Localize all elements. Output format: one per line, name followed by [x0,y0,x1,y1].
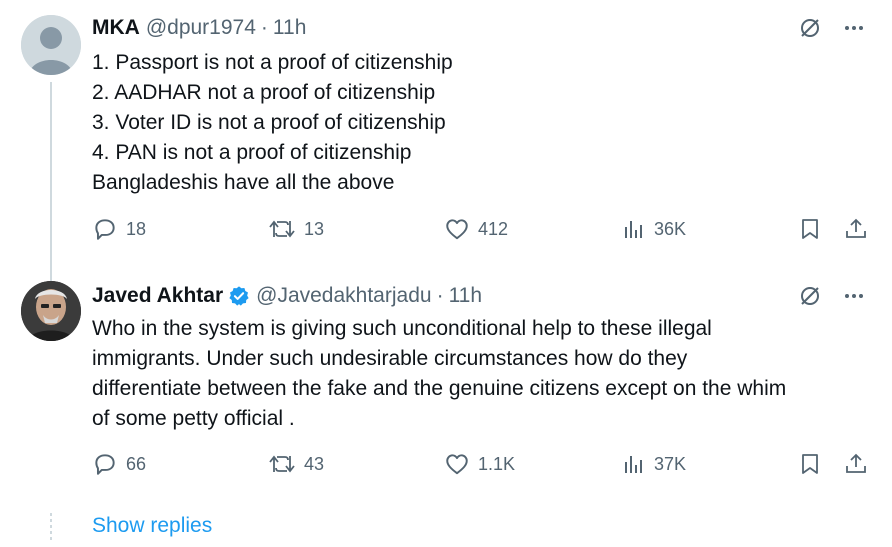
share-icon [846,218,866,238]
separator-dot: · [436,284,444,307]
reply-count: 66 [126,453,147,474]
verified-badge-icon [228,285,250,307]
retweet-icon [269,220,295,238]
tweet-header: MKA @dpur1974 · 11h [92,16,306,40]
tweet-mka[interactable]: MKA @dpur1974 · 11h 1. Passport is not a… [0,0,892,282]
tweet-top-icons [798,284,866,308]
views-icon [625,456,642,473]
retweet-count: 13 [304,218,325,239]
tweet-line: of some petty official . [92,407,295,430]
tweet-header: Javed Akhtar @Javedakhtarjadu · 11h [92,284,482,308]
share-icon [846,453,866,473]
views-button[interactable]: 37K [622,451,686,477]
retweet-count: 43 [304,453,325,474]
like-button[interactable]: 1.1K [444,451,515,477]
tweet-line: 3. Voter ID is not a proof of citizenshi… [92,111,446,134]
tweet-top-icons [798,16,866,40]
default-avatar-icon [21,15,81,75]
bookmark-button[interactable] [798,451,822,477]
author-handle[interactable]: @dpur1974 [146,16,256,40]
timestamp[interactable]: 11h [273,16,306,40]
tweet-text: Who in the system is giving such uncondi… [92,314,872,434]
tweet-line: differentiate between the fake and the g… [92,377,787,400]
tweet-actions: 66 43 1.1K 37K [92,451,868,483]
show-replies-link[interactable]: Show replies [92,514,212,538]
views-count: 36K [654,218,687,239]
bookmark-icon [802,219,818,239]
thread-line [50,82,52,282]
author-name[interactable]: MKA [92,16,140,40]
more-icon[interactable] [842,16,866,40]
separator-dot: · [260,16,268,39]
reply-icon [95,219,115,240]
tweet-text: 1. Passport is not a proof of citizenshi… [92,48,453,198]
like-count: 412 [478,218,509,239]
grok-icon[interactable] [798,284,822,308]
tweet-actions: 18 13 412 36K [92,216,868,248]
timestamp[interactable]: 11h [449,284,482,308]
author-handle[interactable]: @Javedakhtarjadu [256,284,431,308]
views-count: 37K [654,453,687,474]
retweet-button[interactable]: 43 [268,451,324,477]
share-button[interactable] [844,216,868,242]
bookmark-button[interactable] [798,216,822,242]
like-icon [446,454,468,475]
tweet-line: Who in the system is giving such uncondi… [92,317,712,340]
thread-dotted-line [50,513,52,541]
tweet-line: 1. Passport is not a proof of citizenshi… [92,51,453,74]
share-button[interactable] [844,451,868,477]
reply-count: 18 [126,218,147,239]
avatar[interactable] [21,15,81,75]
profile-photo [21,281,81,341]
grok-icon[interactable] [798,16,822,40]
avatar[interactable] [21,281,81,341]
tweet-line: Bangladeshis have all the above [92,171,395,194]
retweet-button[interactable]: 13 [268,216,324,242]
views-button[interactable]: 36K [622,216,686,242]
like-count: 1.1K [478,453,516,474]
author-name[interactable]: Javed Akhtar [92,284,223,308]
reply-button[interactable]: 18 [92,216,146,242]
like-icon [446,219,468,240]
tweet-line: 2. AADHAR not a proof of citizenship [92,81,436,104]
like-button[interactable]: 412 [444,216,508,242]
bookmark-icon [802,454,818,474]
more-icon[interactable] [842,284,866,308]
tweet-javed-akhtar[interactable]: Javed Akhtar @Javedakhtarjadu · 11h Who … [0,270,892,500]
tweet-line: 4. PAN is not a proof of citizenship [92,141,412,164]
tweet-line: immigrants. Under such undesirable circu… [92,347,688,370]
retweet-icon [269,455,295,473]
reply-icon [95,454,115,475]
views-icon [625,221,642,238]
reply-button[interactable]: 66 [92,451,146,477]
